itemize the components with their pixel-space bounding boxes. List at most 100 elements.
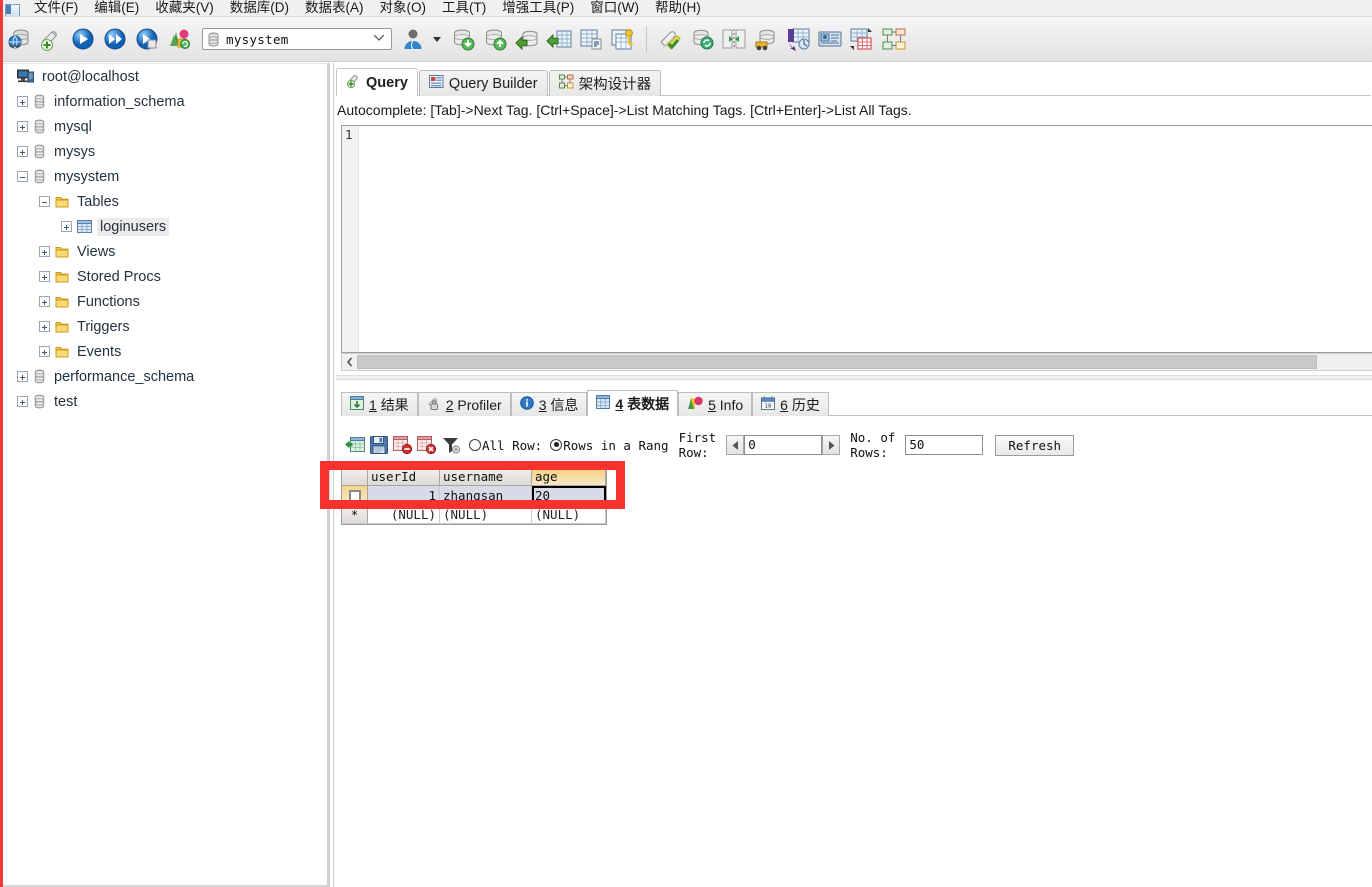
data-grid[interactable]: userId username age 1 zhangsan 20 * (NUL… [341, 467, 607, 525]
tree-node-mysystem[interactable]: mysystem [3, 164, 327, 189]
run-icon[interactable] [68, 24, 98, 54]
tree-node-events[interactable]: Events [3, 339, 327, 364]
tree-node-functions[interactable]: Functions [3, 289, 327, 314]
panel-splitter[interactable] [328, 63, 330, 887]
run-all-icon[interactable] [100, 24, 130, 54]
add-row-icon[interactable] [343, 433, 367, 457]
result-tab-results[interactable]: 1 结果 [341, 392, 418, 416]
expander-icon[interactable] [39, 321, 50, 332]
radio-rows-in-range[interactable] [550, 439, 563, 451]
tree-node-loginusers[interactable]: loginusers [3, 214, 327, 239]
expander-icon[interactable] [17, 121, 28, 132]
menu-item-tools[interactable]: 工具(T) [434, 0, 494, 16]
tree-node-mysys[interactable]: mysys [3, 139, 327, 164]
expander-icon[interactable] [17, 146, 28, 157]
caret-down-icon[interactable] [432, 34, 442, 44]
grid-corner-header[interactable] [342, 468, 368, 486]
menu-item-favorites[interactable]: 收藏夹(V) [147, 0, 222, 16]
cell-username-null[interactable]: (NULL) [440, 505, 532, 524]
expander-icon[interactable] [17, 171, 28, 182]
menu-item-object[interactable]: 对象(O) [372, 0, 435, 16]
result-tab-info2[interactable]: 5 Info [678, 392, 753, 416]
cell-age-null[interactable]: (NULL) [532, 505, 606, 524]
grid-col-header-userid[interactable]: userId [368, 468, 440, 486]
paint-check-icon[interactable] [655, 24, 685, 54]
tab-schema-designer[interactable]: 架构设计器 [548, 70, 662, 96]
sql-editor[interactable]: 1 [341, 125, 1372, 353]
data-transfer-icon[interactable] [751, 24, 781, 54]
backup-db-icon[interactable] [448, 24, 478, 54]
tab-query[interactable]: Query [336, 68, 418, 96]
restore-db-icon[interactable] [480, 24, 510, 54]
grid-designer-icon[interactable] [847, 24, 877, 54]
cell-userid[interactable]: 1 [368, 486, 440, 505]
expander-icon[interactable] [39, 271, 50, 282]
save-record-icon[interactable] [367, 433, 391, 457]
first-row-input[interactable]: 0 [744, 435, 823, 455]
menu-item-table[interactable]: 数据表(A) [297, 0, 372, 16]
chevron-down-icon[interactable] [374, 35, 384, 41]
export-table-icon[interactable] [544, 24, 574, 54]
menu-item-plus-tools[interactable]: 增强工具(P) [494, 0, 582, 16]
no-of-rows-input[interactable]: 50 [905, 435, 984, 455]
checkbox-icon[interactable] [348, 490, 361, 502]
expander-icon[interactable] [39, 196, 50, 207]
menu-item-help[interactable]: 帮助(H) [647, 0, 709, 16]
result-tab-info[interactable]: 3 信息 [510, 392, 588, 416]
tab-query-builder[interactable]: Query Builder [418, 70, 548, 96]
new-query-icon[interactable] [36, 24, 66, 54]
cell-username[interactable]: zhangsan [440, 486, 532, 505]
tree-node-stored-procs[interactable]: Stored Procs [3, 264, 327, 289]
scrollbar-thumb[interactable] [357, 355, 1317, 369]
cell-userid-null[interactable]: (NULL) [368, 505, 440, 524]
object-tree-panel[interactable]: root@localhost information_schema mysql … [3, 63, 328, 887]
import-db-icon[interactable] [512, 24, 542, 54]
expander-icon[interactable] [39, 346, 50, 357]
menu-item-database[interactable]: 数据库(D) [222, 0, 297, 16]
grid-col-header-age[interactable]: age [532, 468, 606, 486]
result-tab-profiler[interactable]: 2 Profiler [417, 392, 511, 416]
db-sync-icon[interactable] [687, 24, 717, 54]
connect-icon[interactable] [4, 24, 34, 54]
database-combo[interactable]: mysystem [202, 28, 392, 50]
tree-node-test[interactable]: test [3, 389, 327, 414]
compare-icon[interactable] [719, 24, 749, 54]
result-tab-history[interactable]: 18 6 历史 [752, 392, 829, 416]
tree-node-triggers[interactable]: Triggers [3, 314, 327, 339]
db-to-chart-icon[interactable] [783, 24, 813, 54]
tree-node-root[interactable]: root@localhost [3, 64, 327, 89]
table-report-icon[interactable] [576, 24, 606, 54]
refresh-objects-icon[interactable] [164, 24, 194, 54]
row-selector-checkbox[interactable] [342, 486, 368, 505]
pane-divider[interactable] [336, 375, 1372, 380]
menu-item-window[interactable]: 窗口(W) [582, 0, 647, 16]
menu-item-file[interactable]: 文件(F) [26, 0, 86, 16]
cell-age[interactable]: 20 [532, 486, 606, 505]
expander-icon[interactable] [39, 296, 50, 307]
scroll-left-icon[interactable] [342, 354, 357, 370]
editor-code-area[interactable] [361, 127, 1370, 350]
editor-horizontal-scrollbar[interactable] [341, 353, 1372, 371]
table-keys-icon[interactable] [608, 24, 638, 54]
tree-node-tables[interactable]: Tables [3, 189, 327, 214]
first-row-prev-button[interactable] [726, 435, 745, 455]
first-row-next-button[interactable] [822, 435, 841, 455]
run-page-icon[interactable] [132, 24, 162, 54]
refresh-button[interactable]: Refresh [995, 434, 1075, 456]
expander-icon[interactable] [17, 96, 28, 107]
result-tab-table-data[interactable]: 4 表数据 [587, 390, 679, 416]
expander-icon[interactable] [17, 371, 28, 382]
expander-icon[interactable] [17, 396, 28, 407]
menu-item-edit[interactable]: 编辑(E) [86, 0, 147, 16]
tree-node-information_schema[interactable]: information_schema [3, 89, 327, 114]
user-icon[interactable] [398, 24, 428, 54]
tree-node-views[interactable]: Views [3, 239, 327, 264]
new-row-indicator[interactable]: * [342, 505, 368, 524]
grid-col-header-username[interactable]: username [440, 468, 532, 486]
table-card-icon[interactable] [815, 24, 845, 54]
tree-node-performance_schema[interactable]: performance_schema [3, 364, 327, 389]
table-row[interactable]: 1 zhangsan 20 [342, 486, 606, 505]
tree-node-mysql[interactable]: mysql [3, 114, 327, 139]
cancel-row-icon[interactable] [415, 433, 439, 457]
filter-icon[interactable] [439, 433, 463, 457]
